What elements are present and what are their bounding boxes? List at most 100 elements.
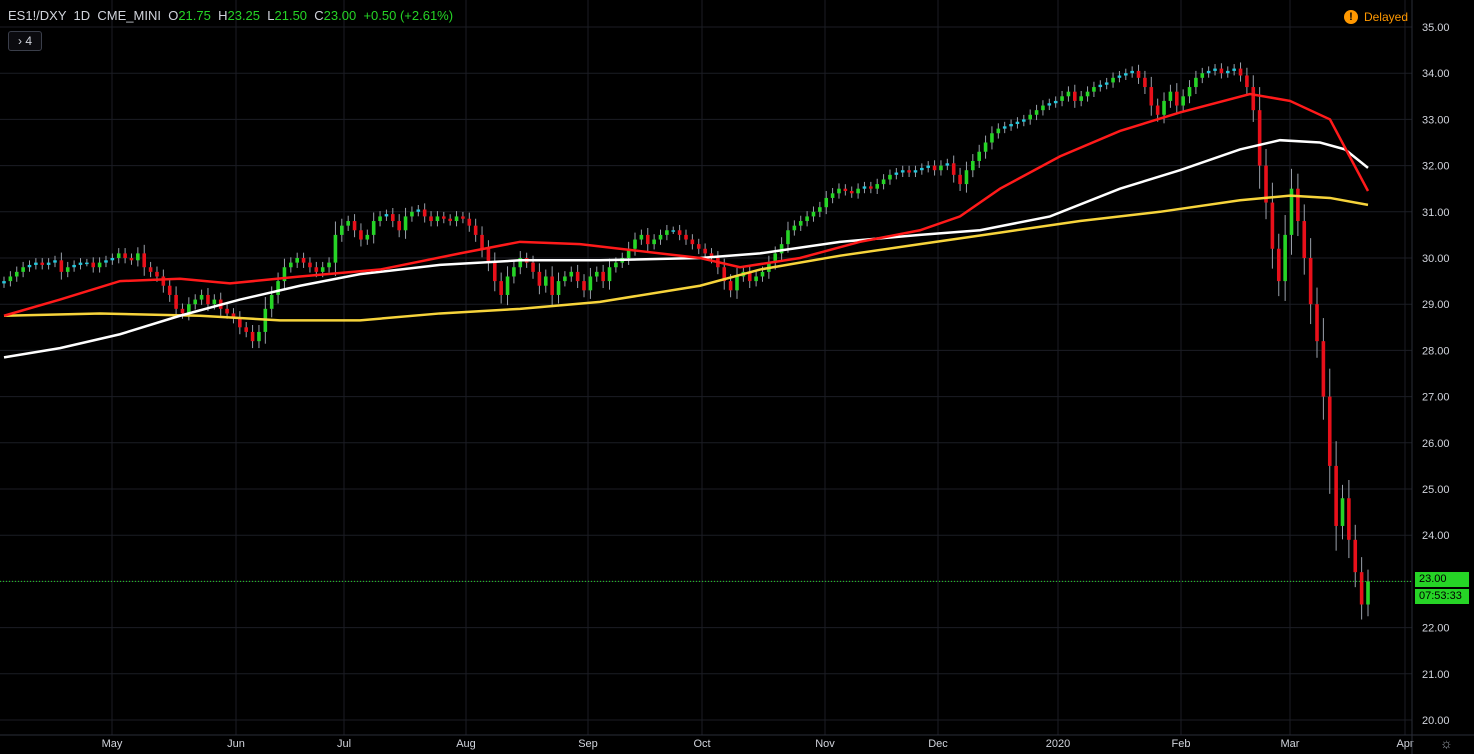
candle-body bbox=[422, 209, 427, 217]
candle-body bbox=[429, 216, 433, 222]
x-tick-label: Feb bbox=[1172, 738, 1191, 750]
candle-body bbox=[276, 281, 280, 295]
countdown-tag: 07:53:33 bbox=[1415, 589, 1469, 604]
candle-body bbox=[212, 299, 217, 305]
candle-body bbox=[1194, 77, 1198, 88]
candle-body bbox=[1117, 75, 1122, 78]
candle-body bbox=[1270, 202, 1275, 249]
candle-body bbox=[123, 253, 127, 258]
candle-body bbox=[837, 188, 841, 194]
x-tick-label: May bbox=[102, 738, 123, 750]
indicators-toggle-button[interactable]: › 4 bbox=[8, 31, 42, 51]
y-tick-label: 26.00 bbox=[1422, 438, 1450, 450]
candle-body bbox=[818, 207, 822, 212]
candle-body bbox=[690, 239, 695, 245]
delayed-badge[interactable]: ! Delayed bbox=[1343, 10, 1408, 24]
candle-body bbox=[454, 216, 459, 222]
y-tick-label: 27.00 bbox=[1422, 392, 1450, 404]
candle-body bbox=[416, 209, 421, 212]
candle-body bbox=[174, 294, 178, 309]
x-tick-label: 2020 bbox=[1046, 738, 1070, 750]
candle-body bbox=[1187, 87, 1192, 97]
candle-body bbox=[1245, 75, 1249, 88]
candle-body bbox=[811, 211, 816, 217]
candle-body bbox=[1340, 498, 1345, 526]
y-tick-label: 31.00 bbox=[1422, 207, 1450, 219]
chart-legend: ES1!/DXY 1D CME_MINI O21.75 H23.25 L21.5… bbox=[8, 8, 453, 23]
candle-body bbox=[1079, 96, 1083, 101]
candle-body bbox=[359, 230, 363, 240]
x-tick-label: Nov bbox=[815, 738, 835, 750]
candle-body bbox=[435, 216, 440, 222]
close-value: 23.00 bbox=[323, 8, 357, 23]
candle-body bbox=[1321, 341, 1326, 397]
candle-body bbox=[104, 260, 108, 263]
exchange-label: CME_MINI bbox=[97, 8, 161, 23]
y-tick-label: 32.00 bbox=[1422, 161, 1450, 173]
symbol-label[interactable]: ES1!/DXY bbox=[8, 8, 66, 23]
candle-body bbox=[448, 218, 452, 222]
candle-body bbox=[798, 221, 803, 226]
x-tick-label: Aug bbox=[456, 738, 476, 750]
candle-body bbox=[8, 276, 13, 282]
candle-body bbox=[588, 276, 593, 291]
candle-body bbox=[658, 234, 663, 240]
candle-body bbox=[1162, 100, 1166, 115]
candle-body bbox=[1347, 498, 1351, 540]
candle-body bbox=[652, 239, 656, 245]
candle-body bbox=[728, 281, 733, 291]
interval-label[interactable]: 1D bbox=[74, 8, 91, 23]
candle-body bbox=[167, 285, 172, 295]
candle-body bbox=[971, 160, 975, 171]
candle-body bbox=[346, 221, 350, 226]
candle-body bbox=[556, 281, 561, 295]
candle-body bbox=[1060, 96, 1064, 101]
low-value: 21.50 bbox=[274, 8, 308, 23]
low-label: L bbox=[267, 8, 275, 23]
y-tick-label: 28.00 bbox=[1422, 345, 1450, 357]
candle-body bbox=[1334, 465, 1338, 526]
candle-body bbox=[1022, 119, 1026, 122]
candle-body bbox=[352, 221, 357, 231]
price-chart[interactable]: 20.00 21.00 22.00 23.00 24.00 25.00 26.00 27.00… bbox=[0, 0, 1474, 754]
candle-body bbox=[250, 331, 255, 342]
candle-body bbox=[1092, 87, 1096, 92]
candle-body bbox=[1315, 304, 1319, 342]
candle-body bbox=[1283, 234, 1287, 282]
candle-body bbox=[1041, 105, 1045, 111]
candle-body bbox=[1232, 68, 1236, 71]
candle-body bbox=[1104, 82, 1109, 85]
candle-body bbox=[391, 214, 395, 222]
candle-body bbox=[671, 230, 676, 232]
candle-body bbox=[1296, 188, 1300, 222]
candle-body bbox=[65, 267, 70, 272]
candle-body bbox=[85, 262, 89, 265]
x-tick-label: Dec bbox=[928, 738, 948, 750]
y-tick-label: 20.00 bbox=[1422, 715, 1450, 727]
candle-body bbox=[1034, 110, 1039, 115]
candle-body bbox=[1073, 91, 1077, 101]
candle-body bbox=[1327, 396, 1332, 466]
candle-body bbox=[543, 276, 548, 286]
candle-body bbox=[1181, 96, 1185, 106]
candle-body bbox=[1257, 110, 1262, 166]
y-tick-label: 21.00 bbox=[1422, 669, 1450, 681]
candle-body bbox=[1136, 70, 1141, 78]
candle-body bbox=[27, 264, 32, 268]
candle-body bbox=[480, 234, 484, 249]
candle-body bbox=[926, 165, 931, 168]
y-tick-label: 29.00 bbox=[1422, 299, 1450, 311]
candle-body bbox=[1002, 126, 1007, 129]
candle-body bbox=[14, 271, 19, 277]
candle-body bbox=[951, 163, 956, 175]
candle-body bbox=[645, 234, 650, 245]
candle-body bbox=[193, 299, 198, 305]
candle-body bbox=[486, 248, 491, 263]
candle-body bbox=[964, 170, 969, 185]
candle-body bbox=[563, 276, 567, 282]
candle-body bbox=[59, 260, 64, 272]
candle-body bbox=[824, 197, 829, 208]
gear-icon[interactable]: ☼ bbox=[1440, 736, 1454, 750]
candle-body bbox=[1130, 70, 1134, 74]
candle-body bbox=[703, 248, 707, 254]
